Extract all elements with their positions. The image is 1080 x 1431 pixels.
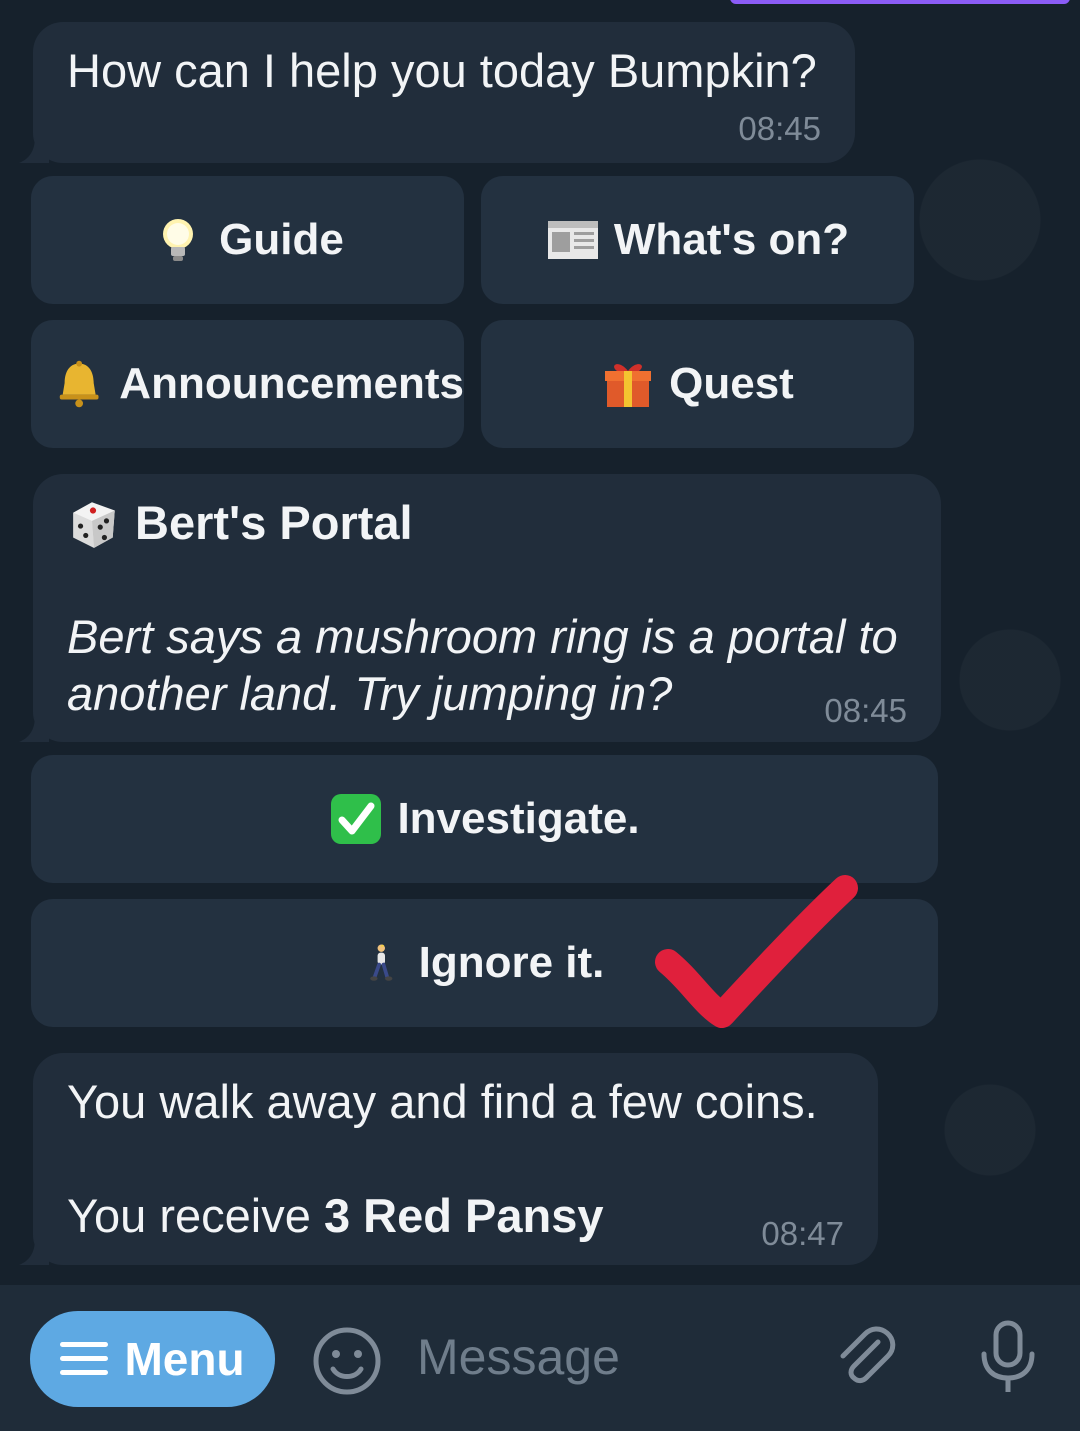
result-text-line2: You receive 3 Red Pansy	[67, 1187, 603, 1244]
newspaper-icon	[547, 221, 598, 259]
message-time: 08:47	[761, 1215, 844, 1252]
menu-label: Menu	[124, 1333, 245, 1385]
chat-background: How can I help you today Bumpkin? 08:45 …	[0, 0, 1080, 1285]
emoji-icon[interactable]	[311, 1325, 383, 1397]
whats-on-button[interactable]: What's on?	[481, 176, 914, 304]
result-message-bubble: You walk away and find a few coins. You …	[33, 1053, 878, 1265]
hamburger-icon	[60, 1342, 109, 1375]
quest-label: Quest	[669, 359, 794, 408]
announcements-button[interactable]: Announcements	[31, 320, 464, 448]
greeting-message-bubble: How can I help you today Bumpkin? 08:45	[33, 22, 855, 163]
red-check-annotation	[655, 875, 858, 1028]
portal-message-bubble: Bert's Portal Bert says a mushroom ring …	[33, 474, 941, 742]
gift-icon	[605, 364, 652, 407]
check-box-icon	[331, 794, 382, 844]
guide-button[interactable]: Guide	[31, 176, 464, 304]
portal-body-line2: another land. Try jumping in?	[67, 667, 673, 720]
walking-person-icon	[369, 944, 393, 981]
portal-title: Bert's Portal	[135, 496, 413, 549]
quest-button[interactable]: Quest	[481, 320, 914, 448]
whats-on-label: What's on?	[613, 215, 850, 264]
investigate-label: Investigate.	[397, 794, 640, 843]
result-text-line1: You walk away and find a few coins.	[67, 1075, 818, 1128]
attach-icon[interactable]	[830, 1322, 900, 1392]
announcements-label: Announcements	[119, 359, 464, 408]
previous-message-edge	[730, 0, 1070, 4]
lightbulb-icon	[163, 219, 194, 261]
guide-label: Guide	[219, 215, 344, 264]
message-time: 08:45	[738, 110, 821, 147]
greeting-text: How can I help you today Bumpkin?	[67, 44, 817, 97]
portal-body-line1: Bert says a mushroom ring is a portal to	[67, 610, 898, 663]
ignore-label: Ignore it.	[418, 938, 605, 987]
dice-icon	[73, 502, 115, 548]
bell-icon	[59, 360, 99, 408]
message-input[interactable]: Message	[417, 1328, 620, 1386]
microphone-icon[interactable]	[976, 1320, 1040, 1396]
reward-text: 3 Red Pansy	[323, 1189, 604, 1242]
message-time: 08:45	[824, 692, 907, 729]
result-prefix: You receive	[67, 1189, 324, 1242]
menu-button[interactable]: Menu	[30, 1311, 275, 1407]
investigate-button[interactable]: Investigate.	[31, 755, 938, 883]
